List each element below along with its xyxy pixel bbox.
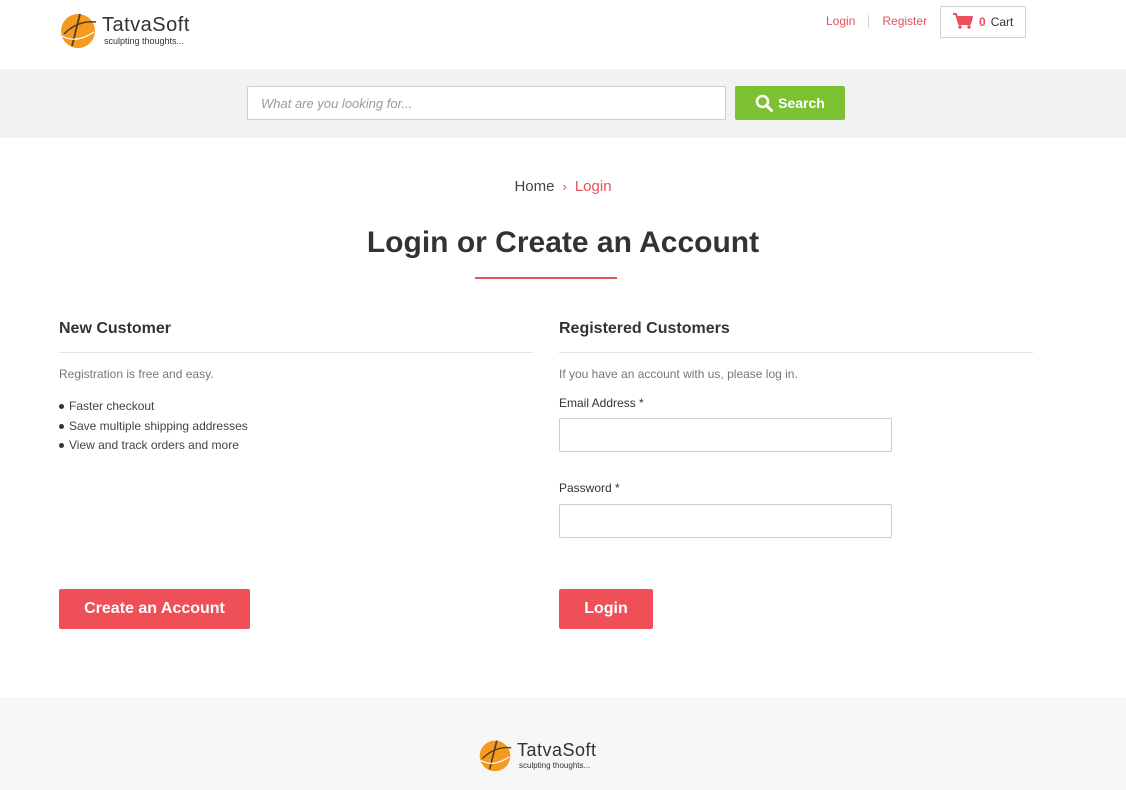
bullet-icon [59, 404, 64, 410]
shopping-cart-icon [952, 12, 974, 32]
registered-customers-description: If you have an account with us, please l… [559, 367, 798, 381]
breadcrumb: Home › Login [0, 178, 1126, 195]
search-bar: Search [0, 69, 1126, 138]
new-customer-description: Registration is free and easy. [59, 367, 214, 381]
search-button-label: Search [778, 95, 825, 111]
bullet-icon [59, 423, 64, 429]
search-button[interactable]: Search [735, 86, 845, 120]
footer-brand-tagline: sculpting thoughts... [519, 760, 591, 770]
brand-tagline: sculpting thoughts... [104, 35, 185, 46]
site-footer: TatvaSoft sculpting thoughts... [0, 697, 1126, 790]
email-label: Email Address * [559, 396, 644, 410]
tatvasoft-logo-icon [477, 737, 513, 773]
new-customer-heading: New Customer [59, 320, 533, 353]
list-item: Faster checkout [59, 397, 533, 417]
brand-name: TatvaSoft [102, 13, 190, 36]
login-button[interactable]: Login [559, 589, 653, 629]
breadcrumb-separator: › [562, 179, 567, 194]
password-label: Password * [559, 481, 620, 495]
registered-customers-heading: Registered Customers [559, 320, 1033, 353]
search-input[interactable] [247, 86, 726, 120]
login-link[interactable]: Login [826, 14, 855, 28]
benefits-list: Faster checkout Save multiple shipping a… [59, 397, 533, 456]
account-links: Login Register [826, 14, 927, 28]
cart-button[interactable]: 0 Cart [940, 6, 1026, 38]
page-title: Login or Create an Account [366, 226, 760, 259]
email-field[interactable] [559, 418, 892, 452]
password-field[interactable] [559, 504, 892, 538]
footer-logo[interactable]: TatvaSoft sculpting thoughts... [477, 737, 597, 773]
search-icon [755, 94, 774, 112]
list-item: Save multiple shipping addresses [59, 417, 533, 437]
cart-label: Cart [990, 15, 1014, 29]
registered-customers-section: Registered Customers If you have an acco… [559, 320, 1033, 381]
title-underline [475, 277, 617, 279]
link-divider [868, 14, 870, 28]
cart-count: 0 [979, 15, 986, 29]
breadcrumb-current: Login [574, 178, 612, 195]
bullet-icon [59, 443, 64, 449]
list-item: View and track orders and more [59, 436, 533, 456]
new-customer-section: New Customer Registration is free and ea… [59, 320, 533, 456]
breadcrumb-home[interactable]: Home [514, 178, 554, 195]
create-account-button[interactable]: Create an Account [59, 589, 250, 629]
footer-brand-name: TatvaSoft [517, 739, 597, 760]
tatvasoft-logo-icon [58, 10, 98, 50]
register-link[interactable]: Register [882, 14, 927, 28]
site-header: TatvaSoft sculpting thoughts... Login Re… [0, 0, 1126, 69]
brand-logo[interactable]: TatvaSoft sculpting thoughts... [58, 10, 190, 50]
